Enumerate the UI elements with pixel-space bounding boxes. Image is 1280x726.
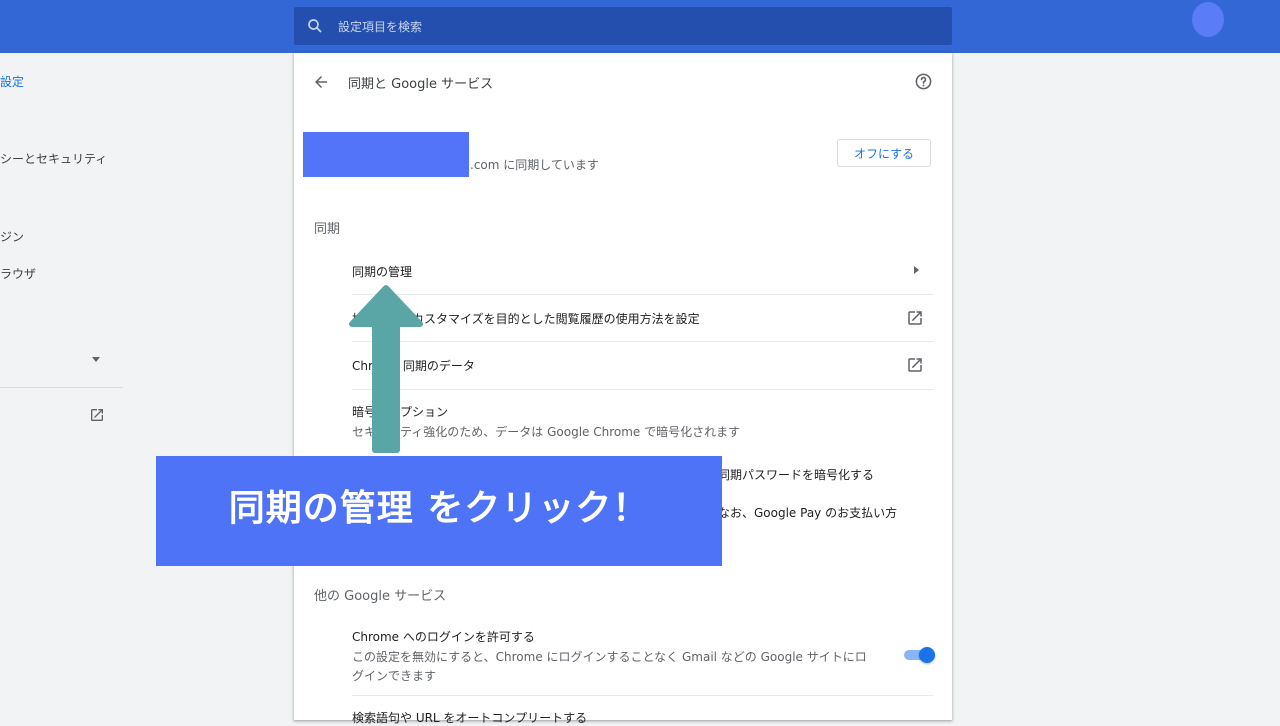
turn-off-sync-button[interactable]: オフにする	[837, 139, 931, 167]
sync-status-text: .com に同期しています	[470, 158, 599, 172]
sidebar-item-settings[interactable]: 設定	[0, 73, 24, 90]
encrypt-passwords-option[interactable]: 同期パスワードを暗号化する	[718, 466, 874, 483]
google-pay-note: なお、Google Pay のお支払い方	[718, 506, 898, 520]
external-link-icon[interactable]	[89, 407, 105, 423]
toggle-knob	[919, 647, 935, 663]
search-icon	[308, 19, 322, 33]
manage-sync-label: 同期の管理	[352, 265, 413, 279]
sidebar-item-privacy-security[interactable]: シーとセキュリティ	[0, 150, 107, 167]
chevron-right-icon	[914, 266, 919, 274]
allow-chrome-login-title: Chrome へのログインを許可する	[352, 630, 535, 644]
manage-sync-row[interactable]	[352, 250, 933, 294]
sidebar-divider	[0, 387, 123, 388]
sync-section-heading: 同期	[314, 222, 341, 237]
page-title: 同期と Google サービス	[348, 77, 494, 92]
external-link-icon	[908, 358, 922, 372]
allow-chrome-login-desc-cont: グインできます	[352, 669, 437, 683]
allow-chrome-login-desc: この設定を無効にすると、Chrome にログインすることなく Gmail などの…	[352, 650, 867, 664]
redacted-account-email	[303, 132, 469, 177]
row-divider	[352, 695, 933, 696]
sidebar-item-default-browser[interactable]: ラウザ	[0, 265, 36, 282]
instruction-text: 同期の管理 をクリック！	[228, 488, 650, 529]
autocomplete-title: 検索語句や URL をオートコンプリートする	[352, 711, 588, 725]
instruction-banner: 同期の管理 をクリック！	[156, 456, 722, 566]
expand-advanced-icon[interactable]	[92, 357, 100, 362]
search-input[interactable]: 設定項目を検索	[338, 18, 422, 35]
external-link-icon	[908, 311, 922, 325]
settings-search-bar[interactable]: 設定項目を検索	[294, 7, 952, 45]
settings-sidebar: 設定 シーとセキュリティ ジン ラウザ	[0, 53, 130, 720]
help-icon[interactable]	[914, 72, 933, 91]
up-arrow-annotation	[349, 285, 423, 453]
profile-avatar[interactable]	[1192, 2, 1224, 37]
sidebar-item-search-engine[interactable]: ジン	[0, 228, 24, 245]
other-services-heading: 他の Google サービス	[314, 589, 447, 604]
row-divider	[352, 389, 933, 390]
allow-login-toggle[interactable]	[902, 647, 935, 663]
top-bar: 設定項目を検索	[0, 0, 1280, 53]
back-arrow-icon[interactable]	[312, 73, 330, 91]
